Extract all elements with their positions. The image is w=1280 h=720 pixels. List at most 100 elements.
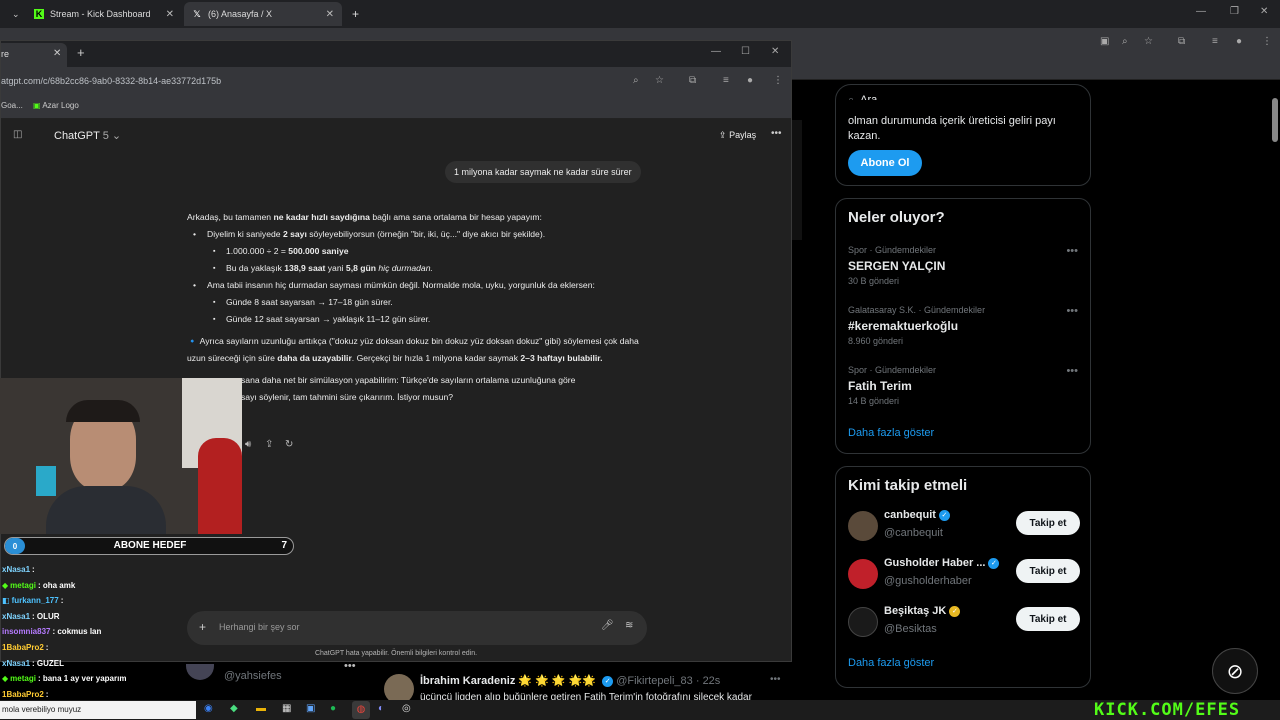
regenerate-icon[interactable]: ↻ [285, 439, 293, 450]
minimize-icon[interactable]: — [711, 46, 721, 57]
sidebar-toggle-icon[interactable]: ◫ [13, 129, 22, 140]
tab-x-home[interactable]: 𝕏 (6) Anasayfa / X ✕ [184, 2, 342, 26]
new-tab-button[interactable]: + [77, 45, 85, 60]
chat-text: : cokmus lan [52, 627, 102, 637]
grok-icon[interactable]: ⊘ [1212, 648, 1258, 694]
answer-bullet: Ama tabii insanın hiç durmadan sayması m… [187, 277, 647, 294]
avatar [848, 559, 878, 589]
chrome-icon[interactable]: ◍ [352, 701, 370, 719]
chat-text: : [45, 642, 49, 652]
more-icon[interactable]: ••• [1066, 245, 1078, 257]
more-icon[interactable]: ••• [771, 128, 782, 139]
chat-badge-icon: ◧ [2, 596, 10, 606]
kick-icon: K [34, 9, 44, 19]
close-window-icon[interactable]: ✕ [771, 46, 779, 57]
tab-kick-dashboard[interactable]: K Stream - Kick Dashboard ✕ [26, 2, 182, 26]
model-selector[interactable]: ChatGPT 5 ⌄ [54, 129, 121, 142]
premium-text-line: kazan. [848, 130, 881, 142]
extensions-icon[interactable]: ⧉ [1178, 36, 1185, 47]
zoom-icon[interactable]: ⌕ [1122, 36, 1128, 47]
zoom-icon[interactable]: ⌕ [633, 75, 639, 86]
copilot-icon[interactable]: ◆ [230, 703, 238, 714]
profile-icon[interactable]: ● [1236, 36, 1242, 47]
maximize-icon[interactable]: ❐ [1230, 6, 1239, 17]
folder-icon[interactable]: ▬ [256, 703, 266, 714]
new-tab-button[interactable]: + [344, 2, 364, 26]
close-icon[interactable]: ✕ [326, 9, 334, 20]
follow-button[interactable]: Takip et [1016, 559, 1080, 583]
webcam-chair [198, 438, 242, 534]
trend-item[interactable]: Spor · Gündemdekiler Fatih Terim 14 B gö… [836, 359, 1090, 409]
answer-paragraph: 🔹 Ayrıca sayıların uzunluğu arttıkça ("d… [187, 336, 639, 363]
store-icon[interactable]: ▦ [282, 703, 291, 714]
read-aloud-icon[interactable]: 🔊︎ [245, 439, 251, 450]
spotify-icon[interactable]: ● [330, 703, 336, 714]
bookmark-item[interactable]: Goa... [1, 101, 23, 110]
chat-username: insomnia837 [2, 627, 51, 637]
trends-show-more-link[interactable]: Daha fazla göster [848, 427, 934, 439]
share-button[interactable]: ⇪ Paylaş [719, 130, 756, 141]
assistant-answer: Arkadaş, bu tamamen ne kadar hızlı saydı… [187, 209, 647, 406]
suggestion-handle: @Besiktas [884, 623, 937, 635]
trend-name: Fatih Terim [848, 379, 912, 393]
address-bar[interactable]: atgpt.com/c/68b2cc86-9ab0-8332-8b14-ae33… [1, 67, 791, 95]
share-label: Paylaş [729, 130, 757, 140]
bookmark-star-icon[interactable]: ☆ [655, 75, 664, 86]
chat-message: ◧ furkann_177: [2, 593, 302, 609]
obs-icon[interactable]: ◎ [402, 703, 411, 714]
profile-icon[interactable]: ● [747, 75, 753, 86]
more-icon[interactable]: ••• [770, 674, 781, 685]
more-icon[interactable]: ••• [1066, 305, 1078, 317]
close-window-icon[interactable]: ✕ [1260, 6, 1268, 17]
bookmark-icon: ▣ [33, 101, 41, 110]
tab-list-button[interactable]: ⌄ [4, 2, 24, 26]
bookmark-item[interactable]: ▣ Azar Logo [33, 101, 79, 110]
menu-icon[interactable]: ⋮ [773, 75, 783, 86]
menu-icon[interactable]: ⋮ [1262, 36, 1272, 47]
follow-suggestion[interactable]: Beşiktaş JK ✓ @Besiktas Takip et [848, 603, 1080, 643]
edge-icon[interactable]: ◉ [204, 703, 213, 714]
windows-taskbar: mola verebiliyo muyuz ◉ ◆ ▬ ▦ ▣ ● ◍ ◐ ◎ [0, 700, 1280, 720]
follow-button[interactable]: Takip et [1016, 607, 1080, 631]
subscribe-button[interactable]: Abone Ol [848, 150, 922, 176]
tweet-preview[interactable]: İbrahim Karadeniz 🌟 🌟 🌟 🌟🌟 ✓ @Fikirtepel… [374, 662, 792, 704]
scrollbar-thumb[interactable] [1272, 98, 1278, 142]
answer-line: sana daha net bir simülasyon yapabilirim… [241, 375, 576, 385]
trend-item[interactable]: Spor · Gündemdekiler SERGEN YALÇIN 30 B … [836, 239, 1090, 289]
sub-goal-label: ABONE HEDEF [113, 540, 187, 551]
follow-suggestion[interactable]: Gusholder Haber ... ✓ @gusholderhaber Tak… [848, 555, 1080, 595]
tweet-author: İbrahim Karadeniz [420, 675, 516, 687]
follow-button[interactable]: Takip et [1016, 511, 1080, 535]
who-show-more-link[interactable]: Daha fazla göster [848, 657, 934, 669]
bookmark-star-icon[interactable]: ☆ [1144, 36, 1153, 47]
microphone-icon[interactable]: 🎤︎ [601, 620, 614, 631]
cast-icon[interactable]: ▣ [1100, 36, 1109, 47]
close-icon[interactable]: ✕ [53, 48, 61, 59]
tab-title: Stream - Kick Dashboard [50, 9, 151, 19]
extensions-icon[interactable]: ⧉ [689, 75, 696, 86]
close-icon[interactable]: ✕ [166, 9, 174, 20]
chat-text: : bana 1 ay ver yaparım [37, 674, 127, 684]
premium-text: olman durumunda içerik üreticisi geliri … [848, 114, 1056, 144]
verified-badge-icon: ✓ [988, 558, 1000, 569]
answer-bullet: Diyelim ki saniyede 2 sayı söyleyebiliyo… [187, 226, 647, 243]
tab-chatgpt[interactable]: re ✕ [1, 43, 67, 67]
suggestion-handle: @canbequit [884, 527, 943, 539]
chat-message: xNasa1: OLUR [2, 609, 302, 625]
chat-badge-icon: ◆ [2, 674, 9, 684]
voice-mode-icon[interactable]: ≋ [625, 620, 633, 631]
follow-suggestion[interactable]: canbequit ✓ @canbequit Takip et [848, 507, 1080, 547]
maximize-icon[interactable]: ☐ [741, 46, 750, 57]
app-icon[interactable]: ▣ [306, 703, 315, 714]
premium-text-line: olman durumunda içerik üreticisi geliri … [848, 115, 1056, 127]
trend-item[interactable]: Galatasaray S.K. · Gündemdekiler #kerema… [836, 299, 1090, 349]
discord-icon[interactable]: ◐ [378, 703, 384, 714]
avatar [848, 607, 878, 637]
taskbar-search-box[interactable]: mola verebiliyo muyuz [0, 701, 196, 719]
media-icon[interactable]: ≡ [1212, 36, 1218, 47]
chatgpt-tabbar: re ✕ + — ☐ ✕ [1, 41, 791, 67]
minimize-icon[interactable]: — [1196, 6, 1206, 17]
share-icon[interactable]: ⇪ [265, 439, 273, 450]
more-icon[interactable]: ••• [1066, 365, 1078, 377]
media-icon[interactable]: ≡ [723, 75, 729, 86]
